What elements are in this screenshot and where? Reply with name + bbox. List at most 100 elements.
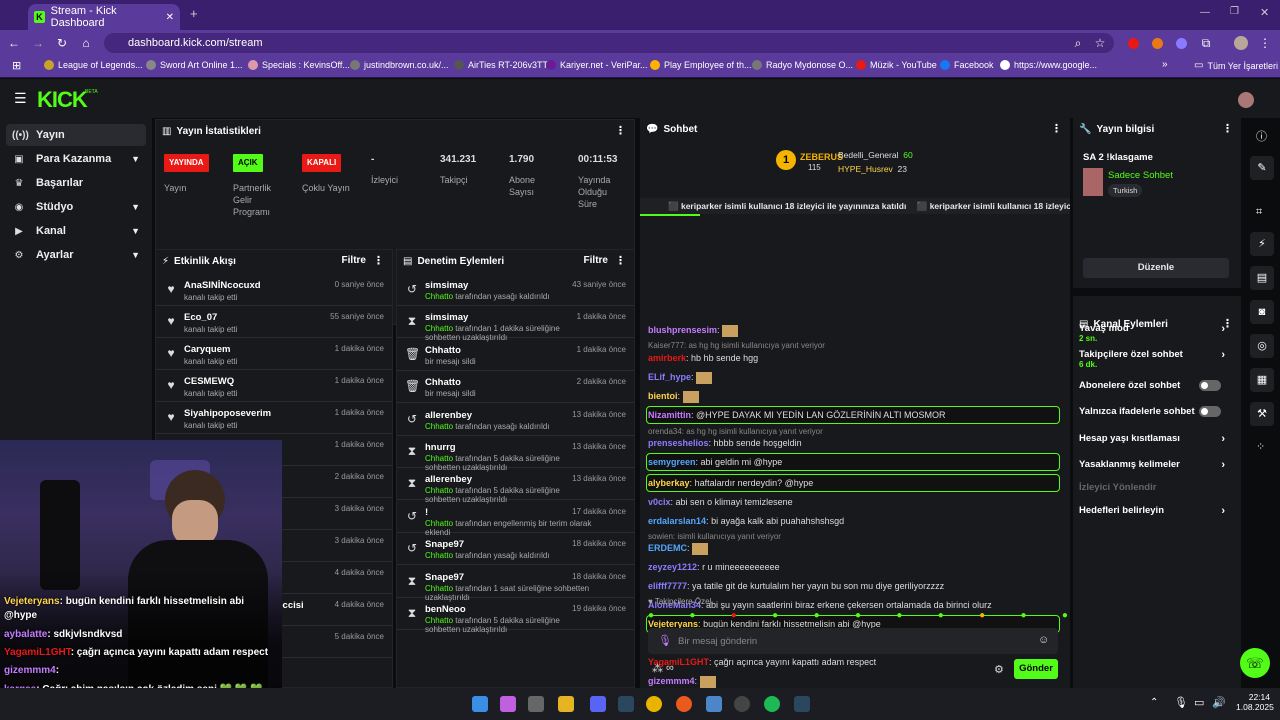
- chat-username[interactable]: gizemmm4: [648, 676, 695, 686]
- more-dots-icon[interactable]: ⋮: [615, 124, 626, 137]
- chat-username[interactable]: v0cix: [648, 497, 671, 507]
- emote-icon[interactable]: ●: [731, 610, 737, 624]
- channel-action-item[interactable]: Abonelere özel sohbet: [1079, 380, 1229, 391]
- zoom-icon[interactable]: ⌕: [1070, 30, 1086, 56]
- emote-icon[interactable]: ●: [979, 610, 985, 624]
- more-dots-icon[interactable]: ⋮: [373, 254, 384, 267]
- discord-icon[interactable]: [590, 696, 606, 712]
- app-icon[interactable]: [734, 696, 750, 712]
- chat-username[interactable]: zeyzey1212: [648, 562, 697, 572]
- chat-username[interactable]: erdalarslan14: [648, 516, 706, 526]
- microphone-tray-icon[interactable]: 🎙: [1174, 696, 1188, 709]
- chat-input[interactable]: 🎙 Bir mesaj gönderin ☺: [648, 628, 1058, 654]
- volume-icon[interactable]: 🔊: [1212, 696, 1226, 709]
- crop-icon[interactable]: ⌗: [1256, 206, 1262, 219]
- list-item[interactable]: 🗑 Chhatto bir mesajı sildi 1 dakika önce: [397, 339, 634, 371]
- list-item[interactable]: ⧗ hnurrg Chhatto tarafından 5 dakika sürel…: [397, 436, 634, 472]
- emote-icon[interactable]: ●: [772, 610, 778, 624]
- spotify-icon[interactable]: [764, 696, 780, 712]
- toggle-switch[interactable]: [1199, 406, 1221, 417]
- start-menu-icon[interactable]: [472, 696, 488, 712]
- menu-dots-icon[interactable]: ⋮: [1258, 30, 1272, 56]
- network-icon[interactable]: ▭: [1194, 696, 1204, 709]
- list-item[interactable]: ⧗ simsimay Chhatto tarafından 1 dakika sür…: [397, 306, 634, 342]
- bookmark[interactable]: Radyo Mydonose O...: [752, 60, 853, 70]
- extension-icon[interactable]: [1128, 38, 1139, 49]
- app-icon[interactable]: [676, 696, 692, 712]
- maximize-icon[interactable]: ❐: [1230, 6, 1239, 17]
- list-item[interactable]: ↺! Chhatto tarafından engellenmiş bir ter…: [397, 501, 634, 537]
- list-item[interactable]: ⧗ Snape97 Chhatto tarafından 1 saat süreli…: [397, 566, 634, 602]
- bookmark-star-icon[interactable]: ☆: [1092, 30, 1108, 56]
- channel-action-item[interactable]: Takipçilere özel sohbet 6 dk. ›: [1079, 349, 1229, 369]
- extension-icon[interactable]: [1176, 38, 1187, 49]
- users-icon[interactable]: ⁂: [652, 662, 663, 675]
- emote-icon[interactable]: ●: [648, 610, 654, 624]
- more-dots-icon[interactable]: ⋮: [615, 254, 626, 267]
- channel-action-item[interactable]: Hesap yaşı kısıtlaması ›: [1079, 433, 1229, 445]
- chat-username[interactable]: prenseshelios: [648, 438, 709, 448]
- steam-icon[interactable]: [794, 696, 810, 712]
- nodes-icon[interactable]: ⁘: [1256, 440, 1265, 453]
- extensions-puzzle-icon[interactable]: ⧉: [1198, 30, 1214, 56]
- bookmark[interactable]: AirTies RT-206v3TT: [454, 60, 548, 70]
- all-bookmarks[interactable]: ▭ Tüm Yer İşaretleri: [1194, 60, 1278, 71]
- clock[interactable]: 22:14 1.08.2025: [1236, 692, 1274, 712]
- bookmark[interactable]: justindbrown.co.uk/...: [350, 60, 449, 70]
- tray-chevron-icon[interactable]: ⌃: [1150, 697, 1158, 708]
- file-explorer-icon[interactable]: [558, 696, 574, 712]
- list-item[interactable]: ↺ allerenbey Chhatto tarafından yasağı kal…: [397, 404, 634, 436]
- emote-icon[interactable]: ●: [689, 610, 695, 624]
- channel-action-item[interactable]: Yasaklanmış kelimeler ›: [1079, 459, 1229, 471]
- more-bookmarks-icon[interactable]: »: [1162, 59, 1168, 70]
- layout-icon[interactable]: ▦: [1250, 368, 1274, 392]
- chat-username[interactable]: alyberkay: [648, 478, 690, 488]
- chat-bubble-icon[interactable]: ◙: [1250, 300, 1274, 324]
- emote-icon[interactable]: ●: [1062, 610, 1068, 624]
- steam-icon[interactable]: [618, 696, 634, 712]
- list-item[interactable]: 🗑 Chhatto bir mesajı sildi 2 dakika önce: [397, 371, 634, 404]
- chat-username[interactable]: amirberk: [648, 353, 686, 363]
- channel-action-item[interactable]: Hedefleri belirleyin ›: [1079, 505, 1229, 517]
- info-icon[interactable]: ⓘ: [1256, 128, 1267, 144]
- bookmark[interactable]: Play Employee of th...: [650, 60, 752, 70]
- copilot-icon[interactable]: [500, 696, 516, 712]
- chat-username[interactable]: ERDEMC: [648, 543, 687, 553]
- emote-icon[interactable]: ●: [814, 610, 820, 624]
- user-avatar[interactable]: [1238, 92, 1254, 108]
- extension-icon[interactable]: [1152, 38, 1163, 49]
- bookmark[interactable]: Facebook: [940, 60, 994, 70]
- support-chat-button[interactable]: ☏: [1240, 648, 1270, 678]
- infinity-icon[interactable]: ∞: [666, 662, 674, 674]
- store-icon[interactable]: [528, 696, 544, 712]
- channel-action-item[interactable]: Yavaş mod 2 sn. ›: [1079, 323, 1229, 343]
- list-item[interactable]: ⧗ allerenbey Chhatto tarafından 5 dakika s…: [397, 468, 634, 504]
- emote-icon[interactable]: ●: [855, 610, 861, 624]
- wrench-icon[interactable]: ⚒: [1250, 402, 1274, 426]
- bookmark[interactable]: https://www.google...: [1000, 60, 1097, 70]
- photos-icon[interactable]: [706, 696, 722, 712]
- list-item[interactable]: ↺ simsimay Chhatto tarafından yasağı kaldı…: [397, 274, 634, 306]
- chat-username[interactable]: blushprensesim: [648, 325, 717, 335]
- emote-icon[interactable]: ●: [938, 610, 944, 624]
- chat-username[interactable]: Nizamittin: [648, 410, 691, 420]
- settings-gear-icon[interactable]: ⚙: [994, 663, 1004, 676]
- minimize-icon[interactable]: —: [1200, 7, 1210, 18]
- chat-username[interactable]: ELif_hype: [648, 372, 691, 382]
- filter-button[interactable]: Filtre: [584, 255, 608, 266]
- broadcast-icon[interactable]: ◎: [1250, 334, 1274, 358]
- chat-username[interactable]: elifff7777: [648, 581, 687, 591]
- list-item[interactable]: ↺ Snape97 Chhatto tarafından yasağı kaldır…: [397, 533, 634, 566]
- toggle-switch[interactable]: [1199, 380, 1221, 391]
- chrome-icon[interactable]: [646, 696, 662, 712]
- profile-avatar[interactable]: [1234, 36, 1248, 50]
- pencil-icon[interactable]: ✎: [1250, 156, 1274, 180]
- emoji-icon[interactable]: ☺: [1038, 634, 1049, 646]
- emote-icon[interactable]: ●: [896, 610, 902, 624]
- chat-username[interactable]: semygreen: [648, 457, 696, 467]
- microphone-icon[interactable]: 🎙: [658, 634, 672, 647]
- close-window-icon[interactable]: ✕: [1260, 6, 1269, 19]
- channel-action-item[interactable]: Yalnızca ifadelerle sohbet: [1079, 406, 1229, 417]
- clipboard-icon[interactable]: ▤: [1250, 266, 1274, 290]
- list-item[interactable]: ⧗ benNeoo Chhatto tarafından 5 dakika süre…: [397, 598, 634, 634]
